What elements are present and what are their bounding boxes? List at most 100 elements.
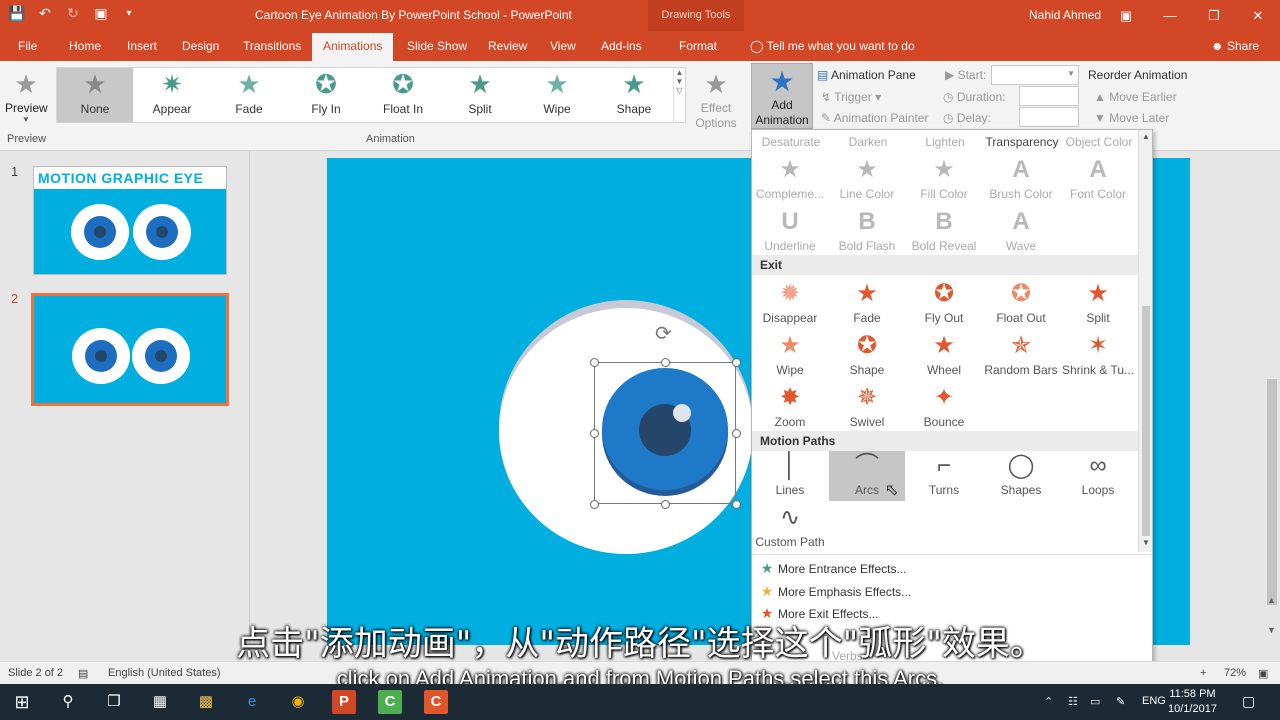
- fx-exit-shrink-turn[interactable]: ✶ Shrink & Tu...: [1060, 331, 1136, 381]
- restore-icon[interactable]: ❐: [1192, 0, 1236, 31]
- more-emphasis-effects[interactable]: ★ More Emphasis Effects...: [756, 583, 911, 600]
- tab-animations[interactable]: Animations: [312, 33, 394, 61]
- dropdown-scroll-thumb[interactable]: [1142, 306, 1150, 536]
- fx-exit-disappear[interactable]: ✹ Disappear: [752, 279, 828, 329]
- gallery-float-in[interactable]: ✪ Float In: [365, 68, 441, 122]
- chrome-icon[interactable]: ◉: [286, 690, 310, 714]
- animation-pane-button[interactable]: ▤ Animation Pane: [817, 68, 916, 82]
- fx-exit-swivel[interactable]: ✵ Swivel: [829, 383, 905, 433]
- tray-chevron-icon[interactable]: ⌃: [1044, 695, 1053, 708]
- resize-handle-bl[interactable]: [590, 500, 599, 509]
- notifications-icon[interactable]: ▢: [1242, 693, 1255, 710]
- resize-handle-tl[interactable]: [590, 358, 599, 367]
- fx-darken[interactable]: Darken: [829, 135, 907, 149]
- fx-path-lines[interactable]: │ Lines: [752, 451, 828, 501]
- tab-format[interactable]: Format: [679, 39, 717, 53]
- slide-vertical-scrollbar[interactable]: ▲ ▼: [1264, 151, 1280, 661]
- tell-me-box[interactable]: ◯ Tell me what you want to do: [750, 39, 915, 53]
- fx-lighten[interactable]: Lighten: [906, 135, 984, 149]
- gallery-appear[interactable]: ✷ Appear: [134, 68, 210, 122]
- fx-brush-color[interactable]: A Brush Color: [983, 155, 1059, 205]
- slide-thumbnail-1[interactable]: MOTION GRAPHIC EYE: [33, 166, 227, 275]
- add-animation-button[interactable]: ★ Add Animation: [751, 63, 813, 129]
- fx-font-color[interactable]: A Font Color: [1060, 155, 1136, 205]
- fx-exit-fly-out[interactable]: ✪ Fly Out: [906, 279, 982, 329]
- fx-transparency[interactable]: Transparency: [983, 135, 1061, 149]
- fx-exit-wipe[interactable]: ★ Wipe: [752, 331, 828, 381]
- powerpoint-icon[interactable]: P: [332, 690, 356, 714]
- tab-review[interactable]: Review: [488, 39, 527, 53]
- input-language[interactable]: ENG: [1142, 695, 1166, 707]
- ribbon-display-options-icon[interactable]: ▣: [1104, 0, 1148, 31]
- resize-handle-l[interactable]: [590, 429, 599, 438]
- dropdown-scrollbar[interactable]: ▲ ▼: [1138, 130, 1152, 552]
- fx-line-color[interactable]: ★ Line Color: [829, 155, 905, 205]
- gallery-none[interactable]: ★ None: [57, 68, 133, 122]
- tab-view[interactable]: View: [550, 39, 576, 53]
- edge-browser-icon[interactable]: e: [240, 690, 264, 714]
- recorder-icon[interactable]: C: [424, 690, 448, 714]
- network-icon[interactable]: ☷: [1068, 695, 1078, 708]
- fx-bold-reveal[interactable]: B Bold Reveal: [906, 207, 982, 257]
- fx-exit-shape[interactable]: ✪ Shape: [829, 331, 905, 381]
- chevron-down-icon[interactable]: ▼: [676, 77, 684, 86]
- fx-fill-color[interactable]: ★ Fill Color: [906, 155, 982, 205]
- duration-spinner[interactable]: [1019, 86, 1079, 106]
- tab-file[interactable]: File: [18, 39, 37, 53]
- store-icon[interactable]: ▦: [148, 690, 172, 714]
- start-select[interactable]: ▼: [991, 65, 1079, 85]
- gallery-more-icon[interactable]: ▽: [676, 86, 682, 95]
- gallery-fade[interactable]: ★ Fade: [211, 68, 287, 122]
- fx-desaturate[interactable]: Desaturate: [752, 135, 830, 149]
- tab-design[interactable]: Design: [182, 39, 219, 53]
- resize-handle-br[interactable]: [732, 500, 741, 509]
- redo-icon[interactable]: ↻: [64, 5, 82, 22]
- delay-spinner[interactable]: [1019, 107, 1079, 127]
- rotate-handle-icon[interactable]: ⟳: [655, 321, 672, 346]
- fx-exit-wheel[interactable]: ★ Wheel: [906, 331, 982, 381]
- fx-wave[interactable]: A Wave: [983, 207, 1059, 257]
- task-view-icon[interactable]: ❐: [102, 690, 126, 714]
- gallery-split[interactable]: ★ Split: [442, 68, 518, 122]
- fx-path-loops[interactable]: ∞ Loops: [1060, 451, 1136, 501]
- fx-bold-flash[interactable]: B Bold Flash: [829, 207, 905, 257]
- save-icon[interactable]: 💾: [8, 5, 26, 22]
- gallery-wipe[interactable]: ★ Wipe: [519, 68, 595, 122]
- fx-path-turns[interactable]: ⌐ Turns: [906, 451, 982, 501]
- fx-object-color[interactable]: Object Color: [1060, 135, 1138, 149]
- start-from-beginning-icon[interactable]: ▣: [92, 5, 110, 22]
- more-entrance-effects[interactable]: ★ More Entrance Effects...: [756, 560, 907, 577]
- fx-complementary-color[interactable]: ★ Compleme...: [752, 155, 828, 205]
- animation-painter-button[interactable]: ✎ Animation Painter: [821, 111, 928, 125]
- tab-home[interactable]: Home: [69, 39, 101, 53]
- taskbar-clock[interactable]: 11:58 PM 10/1/2017: [1168, 687, 1217, 717]
- search-icon[interactable]: ⚲: [56, 690, 80, 714]
- gallery-shape[interactable]: ★ Shape: [596, 68, 672, 122]
- chevron-up-icon[interactable]: ▲: [1267, 595, 1276, 605]
- resize-handle-t[interactable]: [661, 358, 670, 367]
- fx-path-custom[interactable]: ∿ Custom Path: [752, 503, 828, 553]
- trigger-button[interactable]: ↯ Trigger ▾: [821, 90, 881, 104]
- fx-exit-zoom[interactable]: ✸ Zoom: [752, 383, 828, 433]
- close-icon[interactable]: ✕: [1236, 0, 1280, 31]
- gallery-fly-in[interactable]: ✪ Fly In: [288, 68, 364, 122]
- chevron-up-icon[interactable]: ▲: [676, 68, 684, 77]
- fx-exit-random-bars[interactable]: ✯ Random Bars: [983, 331, 1059, 381]
- resize-handle-r[interactable]: [732, 429, 741, 438]
- effect-options-button[interactable]: ★ Effect Options: [690, 67, 742, 131]
- fx-exit-fade[interactable]: ★ Fade: [829, 279, 905, 329]
- chevron-up-icon[interactable]: ▲: [1142, 132, 1150, 141]
- move-later-button[interactable]: ▼ Move Later: [1094, 111, 1169, 125]
- pen-icon[interactable]: ✎: [1116, 695, 1125, 708]
- fx-path-shapes[interactable]: ◯ Shapes: [983, 451, 1059, 501]
- minimize-icon[interactable]: —: [1148, 0, 1192, 31]
- windows-start-icon[interactable]: ⊞: [10, 690, 34, 714]
- slide-thumbnail-2[interactable]: [31, 293, 229, 406]
- tab-transitions[interactable]: Transitions: [243, 39, 301, 53]
- tab-insert[interactable]: Insert: [127, 39, 157, 53]
- chevron-down-icon[interactable]: ▼: [1142, 538, 1150, 547]
- move-earlier-button[interactable]: ▲ Move Earlier: [1094, 90, 1177, 104]
- user-name[interactable]: Nahid Ahmed: [1029, 8, 1101, 22]
- file-explorer-icon[interactable]: ▩: [194, 690, 218, 714]
- tab-add-ins[interactable]: Add-ins: [601, 39, 642, 53]
